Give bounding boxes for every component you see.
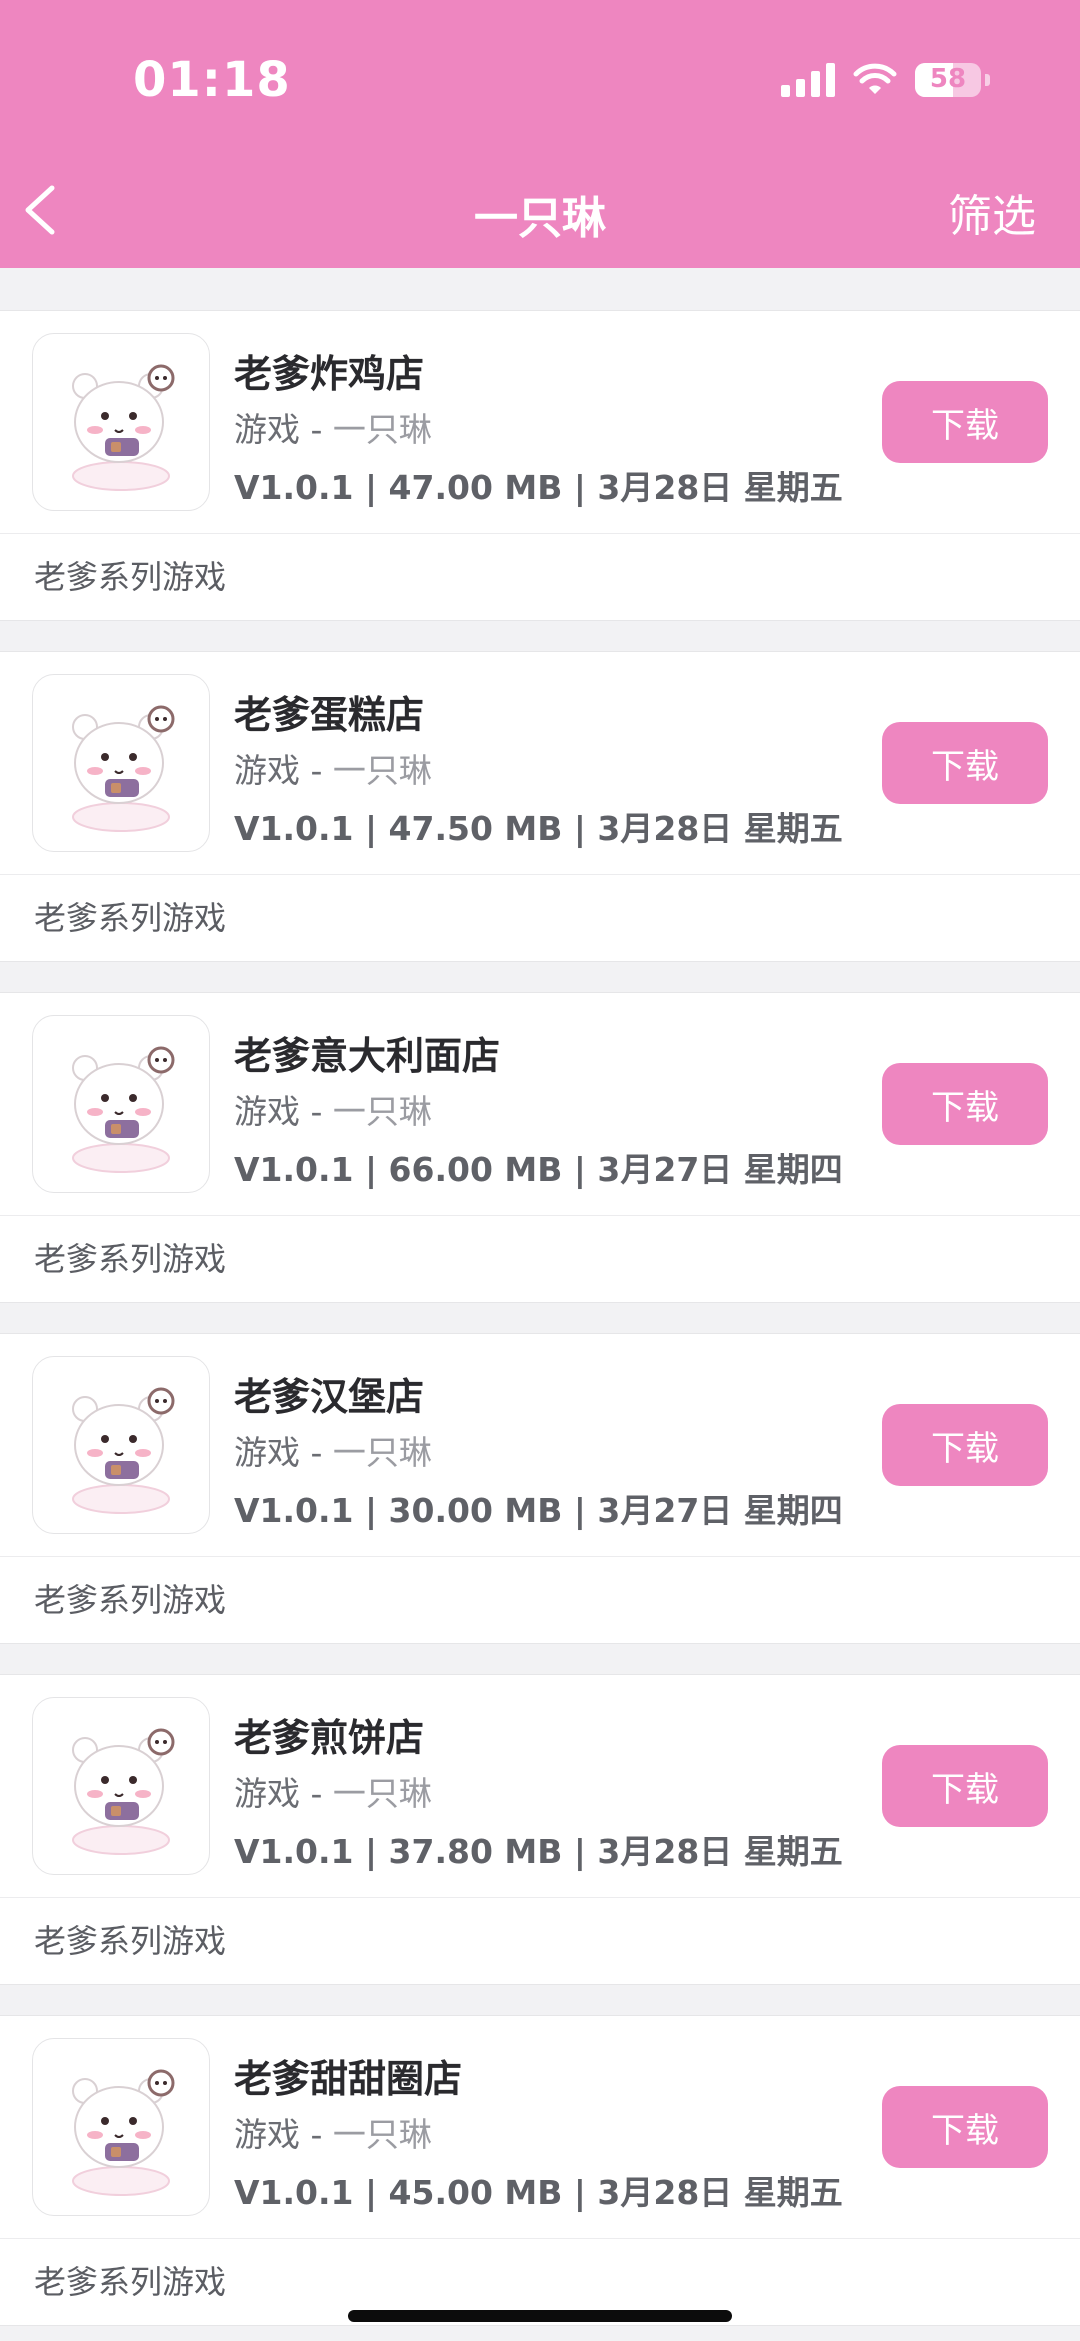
app-developer[interactable]: 一只琳: [333, 751, 432, 790]
app-developer[interactable]: 一只琳: [333, 410, 432, 449]
app-card[interactable]: 老爹煎饼店 游戏 - 一只琳 V1.0.1 | 37.80 MB | 3月28日…: [0, 1674, 1080, 1985]
app-category: 游戏: [234, 1092, 300, 1131]
app-category: 游戏: [234, 2115, 300, 2154]
app-description: 老爹系列游戏: [34, 899, 227, 937]
app-category: 游戏: [234, 410, 300, 449]
status-icons: 58: [781, 58, 990, 102]
app-meta: V1.0.1 | 45.00 MB | 3月28日 星期五: [234, 2173, 843, 2212]
app-name[interactable]: 老爹蛋糕店: [234, 684, 424, 739]
app-card-main: 老爹蛋糕店 游戏 - 一只琳 V1.0.1 | 47.50 MB | 3月28日…: [0, 652, 1080, 875]
app-meta: V1.0.1 | 66.00 MB | 3月27日 星期四: [234, 1150, 843, 1189]
bear-mascot-icon: [72, 2069, 175, 2196]
app-icon[interactable]: [32, 2038, 210, 2216]
page-title: 一只琳: [474, 193, 606, 244]
app-meta: V1.0.1 | 37.80 MB | 3月28日 星期五: [234, 1832, 843, 1871]
app-card-main: 老爹甜甜圈店 游戏 - 一只琳 V1.0.1 | 45.00 MB | 3月28…: [0, 2016, 1080, 2239]
app-name[interactable]: 老爹煎饼店: [234, 1707, 424, 1762]
app-list: 老爹炸鸡店 游戏 - 一只琳 V1.0.1 | 47.00 MB | 3月28日…: [0, 280, 1080, 2326]
bear-mascot-icon: [72, 705, 175, 832]
app-icon[interactable]: [32, 1015, 210, 1193]
download-button[interactable]: 下载: [882, 722, 1048, 804]
app-card[interactable]: 老爹蛋糕店 游戏 - 一只琳 V1.0.1 | 47.50 MB | 3月28日…: [0, 651, 1080, 962]
app-description: 老爹系列游戏: [34, 558, 227, 596]
wifi-icon: [853, 63, 897, 94]
separator: -: [300, 410, 333, 449]
app-description: 老爹系列游戏: [34, 1581, 227, 1619]
app-category-line: 游戏 - 一只琳: [234, 1767, 432, 1815]
app-developer[interactable]: 一只琳: [333, 1092, 432, 1131]
app-category-line: 游戏 - 一只琳: [234, 403, 432, 451]
app-card-main: 老爹炸鸡店 游戏 - 一只琳 V1.0.1 | 47.00 MB | 3月28日…: [0, 311, 1080, 534]
app-meta: V1.0.1 | 30.00 MB | 3月27日 星期四: [234, 1491, 843, 1530]
app-card-main: 老爹意大利面店 游戏 - 一只琳 V1.0.1 | 66.00 MB | 3月2…: [0, 993, 1080, 1216]
bear-mascot-icon: [72, 1728, 175, 1855]
download-button[interactable]: 下载: [882, 2086, 1048, 2168]
app-card-main: 老爹汉堡店 游戏 - 一只琳 V1.0.1 | 30.00 MB | 3月27日…: [0, 1334, 1080, 1557]
app-meta: V1.0.1 | 47.00 MB | 3月28日 星期五: [234, 468, 843, 507]
home-indicator: [348, 2310, 732, 2322]
status-time: 01:18: [133, 52, 291, 108]
top-bar: 01:18 58 一只琳 筛选: [0, 0, 1080, 268]
app-category-line: 游戏 - 一只琳: [234, 1426, 432, 1474]
separator: -: [300, 1092, 333, 1131]
app-card[interactable]: 老爹意大利面店 游戏 - 一只琳 V1.0.1 | 66.00 MB | 3月2…: [0, 992, 1080, 1303]
signal-icon: [781, 63, 835, 97]
app-category-line: 游戏 - 一只琳: [234, 2108, 432, 2156]
separator: -: [300, 1433, 333, 1472]
app-card[interactable]: 老爹炸鸡店 游戏 - 一只琳 V1.0.1 | 47.00 MB | 3月28日…: [0, 310, 1080, 621]
app-developer[interactable]: 一只琳: [333, 2115, 432, 2154]
filter-button[interactable]: 筛选: [948, 180, 1036, 244]
app-category: 游戏: [234, 1433, 300, 1472]
app-card[interactable]: 老爹汉堡店 游戏 - 一只琳 V1.0.1 | 30.00 MB | 3月27日…: [0, 1333, 1080, 1644]
app-card[interactable]: 老爹甜甜圈店 游戏 - 一只琳 V1.0.1 | 45.00 MB | 3月28…: [0, 2015, 1080, 2326]
download-button[interactable]: 下载: [882, 381, 1048, 463]
separator: -: [300, 2115, 333, 2154]
app-icon[interactable]: [32, 1697, 210, 1875]
download-button[interactable]: 下载: [882, 1745, 1048, 1827]
bear-mascot-icon: [72, 1046, 175, 1173]
app-name[interactable]: 老爹意大利面店: [234, 1025, 500, 1080]
app-name[interactable]: 老爹汉堡店: [234, 1366, 424, 1421]
app-category: 游戏: [234, 751, 300, 790]
app-category: 游戏: [234, 1774, 300, 1813]
bear-mascot-icon: [72, 364, 175, 491]
app-card-main: 老爹煎饼店 游戏 - 一只琳 V1.0.1 | 37.80 MB | 3月28日…: [0, 1675, 1080, 1898]
app-developer[interactable]: 一只琳: [333, 1774, 432, 1813]
download-button[interactable]: 下载: [882, 1063, 1048, 1145]
app-meta: V1.0.1 | 47.50 MB | 3月28日 星期五: [234, 809, 843, 848]
app-icon[interactable]: [32, 1356, 210, 1534]
app-icon[interactable]: [32, 333, 210, 511]
app-category-line: 游戏 - 一只琳: [234, 744, 432, 792]
app-name[interactable]: 老爹甜甜圈店: [234, 2048, 462, 2103]
separator: -: [300, 751, 333, 790]
app-category-line: 游戏 - 一只琳: [234, 1085, 432, 1133]
separator: -: [300, 1774, 333, 1813]
battery-icon: 58: [915, 63, 981, 97]
bear-mascot-icon: [72, 1387, 175, 1514]
download-button[interactable]: 下载: [882, 1404, 1048, 1486]
app-description: 老爹系列游戏: [34, 1240, 227, 1278]
app-description: 老爹系列游戏: [34, 1922, 227, 1960]
battery-level-text: 58: [929, 64, 967, 94]
app-name[interactable]: 老爹炸鸡店: [234, 343, 424, 398]
app-icon[interactable]: [32, 674, 210, 852]
app-developer[interactable]: 一只琳: [333, 1433, 432, 1472]
battery-nub: [985, 74, 990, 86]
